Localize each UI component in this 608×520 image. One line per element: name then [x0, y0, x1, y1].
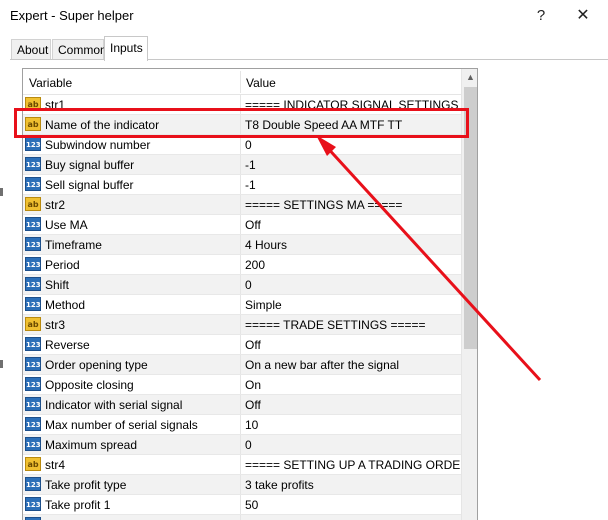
annotation-arrow — [316, 135, 542, 382]
